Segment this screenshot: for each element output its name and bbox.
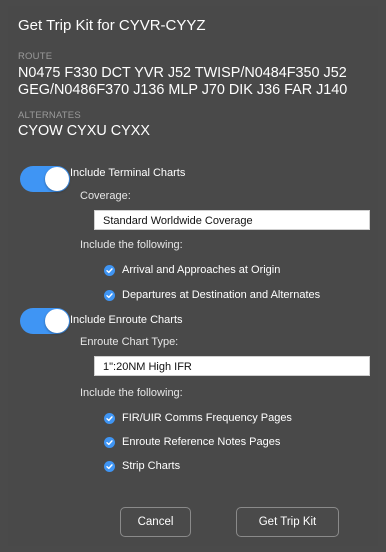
trip-kit-dialog: Get Trip Kit for CYVR-CYYZ ROUTE N0475 F… [8,6,378,546]
enroute-type-value: 1":20NM High IFR [103,361,192,373]
option-label: Departures at Destination and Alternates [122,289,321,301]
enroute-type-label: Enroute Chart Type: [80,336,179,348]
get-trip-kit-button[interactable]: Get Trip Kit [236,507,339,537]
check-circle-icon [104,461,115,472]
toggle-knob [45,309,69,333]
check-circle-icon [104,265,115,276]
route-label: ROUTE [18,51,53,62]
enroute-charts-toggle[interactable] [20,308,70,334]
alternates-text: CYOW CYXU CYXX [18,123,150,139]
check-circle-icon [104,290,115,301]
terminal-include-label: Include the following: [80,239,183,251]
check-circle-icon [104,413,115,424]
coverage-label: Coverage: [80,190,131,202]
enroute-type-select[interactable]: 1":20NM High IFR [94,356,370,376]
check-circle-icon [104,437,115,448]
enroute-include-label: Include the following: [80,387,183,399]
option-label: FIR/UIR Comms Frequency Pages [122,412,292,424]
alternates-label: ALTERNATES [18,110,81,121]
terminal-charts-toggle[interactable] [20,166,70,192]
option-label: Strip Charts [122,460,181,472]
dialog-title: Get Trip Kit for CYVR-CYYZ [18,17,206,34]
enroute-charts-label: Include Enroute Charts [70,314,183,326]
cancel-button[interactable]: Cancel [120,507,191,537]
toggle-knob [45,167,69,191]
route-text: N0475 F330 DCT YVR J52 TWISP/N0484F350 J… [18,65,348,98]
terminal-charts-label: Include Terminal Charts [70,167,186,179]
coverage-value: Standard Worldwide Coverage [103,215,253,227]
option-label: Arrival and Approaches at Origin [122,264,281,276]
option-label: Enroute Reference Notes Pages [122,436,281,448]
coverage-select[interactable]: Standard Worldwide Coverage [94,210,370,230]
